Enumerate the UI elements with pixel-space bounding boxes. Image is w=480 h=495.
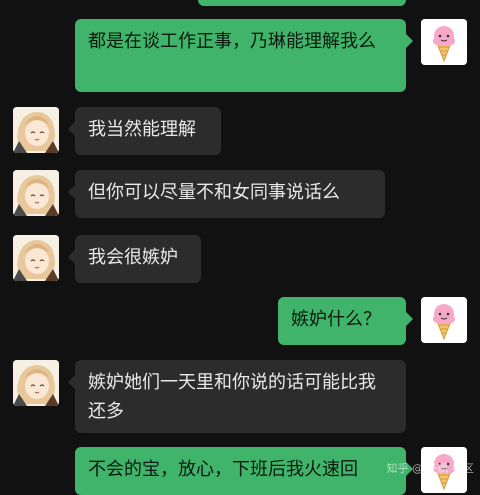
bubble-tail: [68, 375, 75, 389]
bubble-tail: [68, 250, 75, 264]
message-text: 嫉妒她们一天里和你说的话可能比我还多: [88, 372, 376, 422]
message-bubble-outgoing[interactable]: 都是在谈工作正事，乃琳能理解我么: [75, 19, 406, 92]
anime-girl-avatar: [13, 107, 59, 153]
message-bubble-outgoing[interactable]: 不会的宝，放心，下班后我火速回: [75, 447, 406, 495]
message-bubble-incoming[interactable]: 我会很嫉妒: [75, 235, 201, 283]
message-bubble-outgoing[interactable]: 嫉妒什么？: [278, 297, 406, 345]
bubble-tail: [68, 122, 75, 136]
other-avatar[interactable]: [13, 235, 59, 281]
self-avatar[interactable]: [421, 19, 467, 65]
other-avatar[interactable]: [13, 360, 59, 406]
message-bubble-incoming[interactable]: 嫉妒她们一天里和你说的话可能比我还多: [75, 360, 406, 433]
watermark: 知乎 @ 狂飙 社区: [386, 462, 475, 475]
other-avatar[interactable]: [13, 107, 59, 153]
message-bubble-outgoing-partial[interactable]: [198, 0, 406, 6]
message-text: 不会的宝，放心，下班后我火速回: [88, 459, 358, 480]
other-avatar[interactable]: [13, 170, 59, 216]
message-bubble-incoming[interactable]: 但你可以尽量不和女同事说话么: [75, 170, 385, 218]
ice-cream-cone-icon: [421, 297, 467, 343]
message-text: 但你可以尽量不和女同事说话么: [88, 182, 340, 203]
bubble-tail: [406, 312, 413, 326]
message-bubble-incoming[interactable]: 我当然能理解: [75, 107, 221, 155]
anime-girl-avatar: [13, 360, 59, 406]
anime-girl-avatar: [13, 170, 59, 216]
message-text: 我会很嫉妒: [88, 247, 178, 268]
message-text: 我当然能理解: [88, 119, 196, 140]
anime-girl-avatar: [13, 235, 59, 281]
ice-cream-cone-icon: [421, 19, 467, 65]
self-avatar[interactable]: [421, 297, 467, 343]
bubble-tail: [68, 185, 75, 199]
message-text: 都是在谈工作正事，乃琳能理解我么: [88, 31, 376, 52]
message-text: 嫉妒什么？: [291, 309, 381, 330]
bubble-tail: [406, 34, 413, 48]
